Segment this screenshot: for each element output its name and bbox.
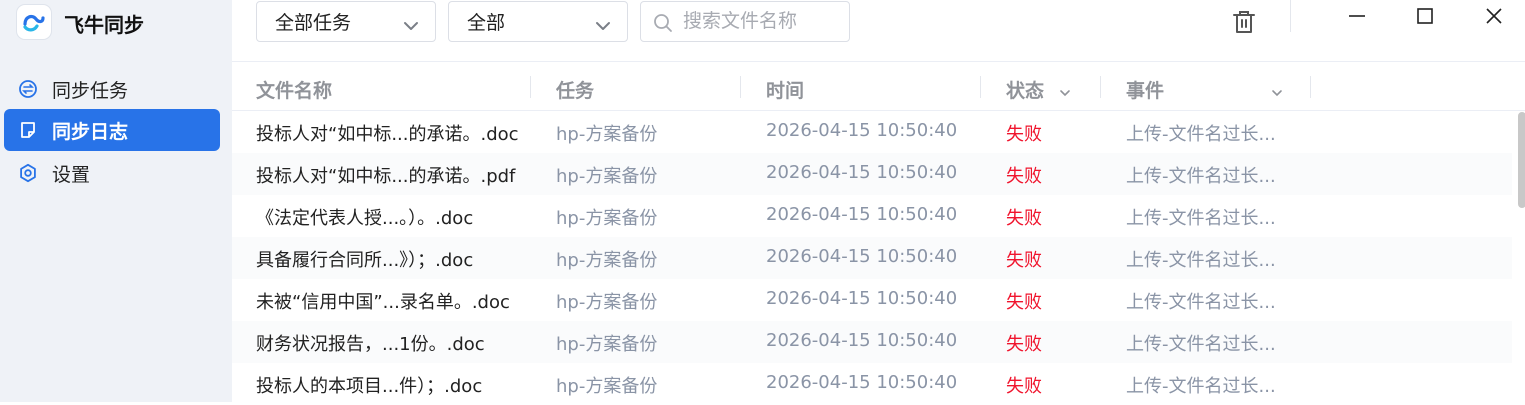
- chevron-down-icon: [595, 15, 611, 37]
- trash-icon[interactable]: [1231, 9, 1257, 39]
- search-icon: [653, 13, 673, 37]
- search-box[interactable]: [640, 1, 850, 42]
- column-divider: [740, 76, 741, 98]
- sidebar: 飞牛同步 同步任务 同步日志 设置: [0, 0, 232, 402]
- table-row[interactable]: 未被“信用中国”...录名单。.doc hp-方案备份 2026-04-15 1…: [232, 279, 1512, 321]
- column-header-status-label: 状态: [1006, 80, 1045, 102]
- row-filename: 投标人对“如中标...的承诺。.pdf: [256, 166, 516, 187]
- row-filename: 具备履行合同所...》）；.doc: [256, 250, 474, 271]
- row-task: hp-方案备份: [556, 292, 658, 313]
- row-event: 上传-文件名过长...: [1126, 376, 1276, 397]
- row-filename: 未被“信用中国”...录名单。.doc: [256, 292, 510, 313]
- app-title: 飞牛同步: [64, 13, 144, 37]
- column-divider: [1310, 76, 1311, 98]
- table-header: 文件名称 任务 时间 状态 事件: [232, 62, 1525, 111]
- column-divider: [980, 76, 981, 98]
- task-filter-select[interactable]: 全部任务: [256, 1, 436, 42]
- sidebar-item-label: 同步任务: [52, 79, 129, 102]
- row-event: 上传-文件名过长...: [1126, 124, 1276, 145]
- row-event: 上传-文件名过长...: [1126, 166, 1276, 187]
- gear-icon: [18, 163, 38, 183]
- task-filter-value: 全部任务: [275, 12, 352, 34]
- chevron-down-icon: [1271, 81, 1283, 103]
- row-time: 2026-04-15 10:50:40: [766, 288, 958, 309]
- log-icon: [18, 120, 38, 140]
- row-filename: 投标人对“如中标...的承诺。.doc: [256, 124, 519, 145]
- row-filename: 财务状况报告，...1份。.doc: [256, 334, 485, 355]
- sidebar-item-sync-log[interactable]: 同步日志: [4, 109, 220, 151]
- app-logo-icon: [23, 14, 45, 32]
- table-row[interactable]: 具备履行合同所...》）；.doc hp-方案备份 2026-04-15 10:…: [232, 237, 1512, 279]
- row-time: 2026-04-15 10:50:40: [766, 120, 958, 141]
- sidebar-item-settings[interactable]: 设置: [4, 152, 220, 194]
- minimize-icon[interactable]: [1347, 6, 1367, 26]
- status-filter-select[interactable]: 全部: [448, 1, 628, 42]
- table-row[interactable]: 《法定代表人授...。）。.doc hp-方案备份 2026-04-15 10:…: [232, 195, 1512, 237]
- app-logo: [16, 4, 52, 40]
- table-row[interactable]: 投标人的本项目...件）；.doc hp-方案备份 2026-04-15 10:…: [232, 363, 1512, 405]
- sidebar-item-label: 设置: [52, 163, 91, 186]
- row-task: hp-方案备份: [556, 250, 658, 271]
- chevron-down-icon: [1059, 81, 1071, 103]
- row-event: 上传-文件名过长...: [1126, 208, 1276, 229]
- column-header-event-label: 事件: [1126, 80, 1165, 102]
- row-filename: 《法定代表人授...。）。.doc: [256, 208, 474, 229]
- sidebar-item-label: 同步日志: [52, 120, 129, 143]
- column-header-status[interactable]: 状态: [1006, 76, 1071, 103]
- row-time: 2026-04-15 10:50:40: [766, 204, 958, 225]
- row-time: 2026-04-15 10:50:40: [766, 330, 958, 351]
- sidebar-item-sync-tasks[interactable]: 同步任务: [4, 68, 220, 110]
- row-status: 失败: [1006, 376, 1042, 397]
- main-panel: 全部任务 全部 搜索文件名称 文件名称 任务 时间 状态 事件 投标人对“如中标…: [232, 0, 1525, 402]
- row-status: 失败: [1006, 124, 1042, 145]
- row-filename: 投标人的本项目...件）；.doc: [256, 376, 483, 397]
- search-input[interactable]: [683, 6, 843, 36]
- maximize-icon[interactable]: [1415, 6, 1435, 26]
- row-status: 失败: [1006, 292, 1042, 313]
- status-filter-value: 全部: [467, 12, 506, 34]
- column-divider: [1100, 76, 1101, 98]
- row-status: 失败: [1006, 208, 1042, 229]
- row-status: 失败: [1006, 334, 1042, 355]
- row-task: hp-方案备份: [556, 334, 658, 355]
- column-divider: [530, 76, 531, 98]
- table-row[interactable]: 财务状况报告，...1份。.doc hp-方案备份 2026-04-15 10:…: [232, 321, 1512, 363]
- column-header-event[interactable]: 事件: [1126, 76, 1283, 103]
- row-time: 2026-04-15 10:50:40: [766, 162, 958, 183]
- row-status: 失败: [1006, 250, 1042, 271]
- row-time: 2026-04-15 10:50:40: [766, 372, 958, 393]
- row-task: hp-方案备份: [556, 376, 658, 397]
- column-header-filename[interactable]: 文件名称: [256, 76, 332, 103]
- close-icon[interactable]: [1484, 6, 1504, 26]
- row-task: hp-方案备份: [556, 124, 658, 145]
- scrollbar-thumb[interactable]: [1518, 112, 1525, 208]
- row-event: 上传-文件名过长...: [1126, 334, 1276, 355]
- row-time: 2026-04-15 10:50:40: [766, 246, 958, 267]
- chevron-down-icon: [403, 15, 419, 37]
- toolbar-divider: [1290, 0, 1291, 32]
- row-event: 上传-文件名过长...: [1126, 292, 1276, 313]
- row-status: 失败: [1006, 166, 1042, 187]
- column-header-time[interactable]: 时间: [766, 76, 804, 103]
- column-header-task[interactable]: 任务: [556, 76, 594, 103]
- table-row[interactable]: 投标人对“如中标...的承诺。.pdf hp-方案备份 2026-04-15 1…: [232, 153, 1512, 195]
- sync-icon: [18, 79, 38, 99]
- row-task: hp-方案备份: [556, 208, 658, 229]
- table-row[interactable]: 投标人对“如中标...的承诺。.doc hp-方案备份 2026-04-15 1…: [232, 111, 1512, 153]
- row-event: 上传-文件名过长...: [1126, 250, 1276, 271]
- row-task: hp-方案备份: [556, 166, 658, 187]
